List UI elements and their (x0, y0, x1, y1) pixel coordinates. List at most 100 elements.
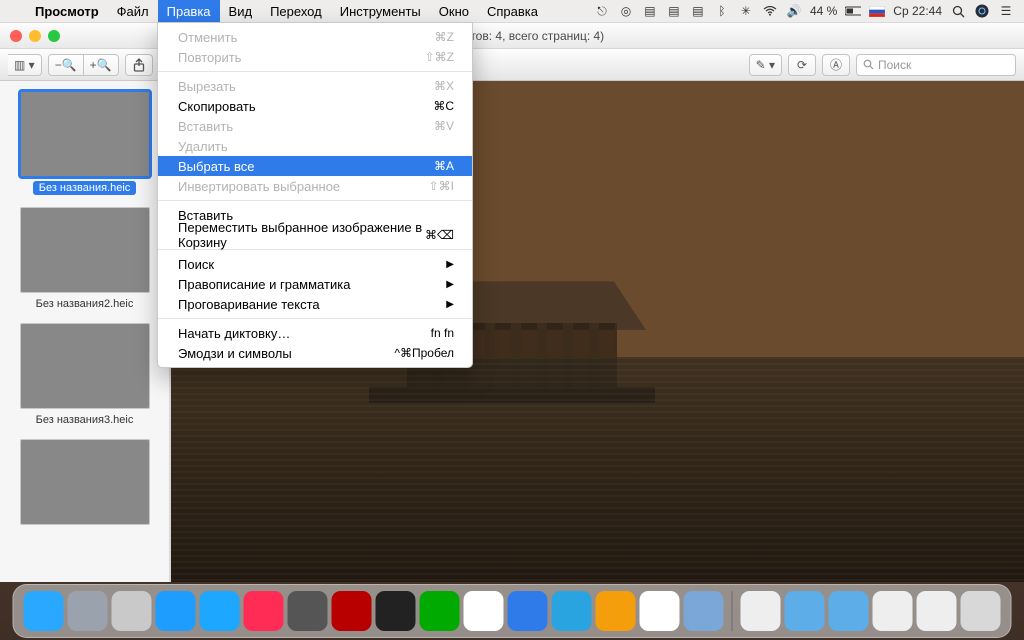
share-button[interactable] (125, 54, 153, 76)
menu-item[interactable]: Скопировать⌘C (158, 96, 472, 116)
menu-item-shortcut: ⇧⌘I (429, 179, 454, 193)
menu-item-label: Проговаривание текста (178, 297, 320, 312)
battery-pct[interactable]: 44 % (810, 4, 837, 18)
dock-app-music[interactable] (640, 591, 680, 631)
menu-item-label: Начать диктовку… (178, 326, 290, 341)
menu-tools[interactable]: Инструменты (331, 0, 430, 22)
markup-button[interactable]: ✎ ▾ (749, 54, 782, 76)
dock-app-chrome[interactable] (464, 591, 504, 631)
dock-app-parallels[interactable] (508, 591, 548, 631)
menu-item-label: Переместить выбранное изображение в Корз… (178, 220, 425, 250)
menu-item-label: Вырезать (178, 79, 236, 94)
flag-ru-icon[interactable] (869, 3, 885, 19)
menu-item[interactable]: Переместить выбранное изображение в Корз… (158, 225, 472, 245)
dock-app-preview[interactable] (684, 591, 724, 631)
menu-item: Инвертировать выбранное⇧⌘I (158, 176, 472, 196)
thumbnail-item[interactable]: Без названия2.heic (0, 207, 169, 311)
titlebar[interactable]: (документов: 4, всего страниц: 4) (0, 23, 1024, 49)
menu-item: Отменить⌘Z (158, 27, 472, 47)
menu-item[interactable]: Поиск ▶ (158, 254, 472, 274)
dock-app-folder2[interactable] (829, 591, 869, 631)
window-minimize-button[interactable] (29, 30, 41, 42)
app-name[interactable]: Просмотр (26, 0, 108, 22)
preview-window: (документов: 4, всего страниц: 4) ▥ ▾ −🔍… (0, 22, 1024, 582)
zoom-in-button[interactable]: +🔍 (84, 54, 119, 76)
status-icon[interactable]: ▤ (666, 3, 682, 19)
spotlight-icon[interactable] (950, 3, 966, 19)
submenu-arrow-icon: ▶ (446, 259, 454, 270)
thumbnail-item[interactable] (0, 439, 169, 531)
dock-app-trash[interactable] (961, 591, 1001, 631)
menu-item-label: Удалить (178, 139, 228, 154)
status-icon[interactable]: ▤ (642, 3, 658, 19)
sidebar-toggle-button[interactable]: ▥ ▾ (8, 54, 42, 76)
menu-item[interactable]: Эмодзи и символы ^⌘Пробел (158, 343, 472, 363)
thumbnail-sidebar[interactable]: Без названия.heic Без названия2.heic Без… (0, 81, 170, 582)
menu-item[interactable]: Выбрать все⌘A (158, 156, 472, 176)
window-zoom-button[interactable] (48, 30, 60, 42)
menu-item-label: Поиск (178, 257, 214, 272)
dock-app-appstore[interactable] (200, 591, 240, 631)
thumbnail-image (20, 439, 150, 525)
dock-app-launchpad[interactable] (68, 591, 108, 631)
menu-file[interactable]: Файл (108, 0, 158, 22)
thumbnail-item[interactable]: Без названия.heic (0, 91, 169, 195)
dock-app-filezilla[interactable] (332, 591, 372, 631)
dock-app-display[interactable] (376, 591, 416, 631)
menu-item-label: Правописание и грамматика (178, 277, 350, 292)
dock-app-istat[interactable] (420, 591, 460, 631)
dock-app-safari[interactable] (156, 591, 196, 631)
wifi-icon[interactable] (762, 3, 778, 19)
thumbnail-label (79, 529, 91, 531)
siri-icon[interactable] (974, 3, 990, 19)
clock[interactable]: Ср 22:44 (893, 4, 942, 18)
thumbnail-item[interactable]: Без названия3.heic (0, 323, 169, 427)
edit-menu-dropdown: Отменить⌘ZПовторить⇧⌘ZВырезать⌘XСкопиров… (157, 22, 473, 368)
dock-app-itunes[interactable] (244, 591, 284, 631)
window-close-button[interactable] (10, 30, 22, 42)
menu-help[interactable]: Справка (478, 0, 547, 22)
battery-icon[interactable] (845, 3, 861, 19)
markup-toolbar-button[interactable]: Ⓐ (822, 54, 850, 76)
menu-item[interactable]: Проговаривание текста ▶ (158, 294, 472, 314)
status-icon[interactable]: ⎋ (594, 3, 610, 19)
menu-go[interactable]: Переход (261, 0, 331, 22)
menu-item-shortcut: ^⌘Пробел (394, 346, 454, 360)
search-field[interactable]: Поиск (856, 54, 1016, 76)
dock-app-stack[interactable] (917, 591, 957, 631)
menu-item: Вставить⌘V (158, 116, 472, 136)
menu-item[interactable]: Правописание и грамматика ▶ (158, 274, 472, 294)
submenu-arrow-icon: ▶ (446, 299, 454, 310)
menu-item-label: Скопировать (178, 99, 256, 114)
volume-icon[interactable]: 🔊 (786, 3, 802, 19)
menu-item: Удалить (158, 136, 472, 156)
menu-edit[interactable]: Правка (158, 0, 220, 22)
thumbnail-image (20, 91, 150, 177)
dock-app-folder1[interactable] (785, 591, 825, 631)
menu-item-shortcut: ⌘A (434, 159, 454, 173)
dock-app-telegram[interactable] (552, 591, 592, 631)
status-icon[interactable]: ▤ (690, 3, 706, 19)
dock-app-hammer[interactable] (112, 591, 152, 631)
menu-item-label: Эмодзи и символы (178, 346, 292, 361)
bluetooth-icon[interactable]: ᛒ (714, 3, 730, 19)
dock-app-finder[interactable] (24, 591, 64, 631)
dock-app-utorrent[interactable] (741, 591, 781, 631)
dock-app-sublime[interactable] (596, 591, 636, 631)
submenu-arrow-icon: ▶ (446, 279, 454, 290)
thumbnail-label: Без названия2.heic (30, 297, 140, 311)
zoom-out-button[interactable]: −🔍 (48, 54, 84, 76)
menu-item-label: Отменить (178, 30, 237, 45)
notification-center-icon[interactable]: ☰ (998, 3, 1014, 19)
menu-item[interactable]: Начать диктовку…fn fn (158, 323, 472, 343)
thumbnail-image (20, 323, 150, 409)
menu-view[interactable]: Вид (220, 0, 262, 22)
menu-window[interactable]: Окно (430, 0, 478, 22)
rotate-button[interactable]: ⟳ (788, 54, 816, 76)
dock-app-settings[interactable] (288, 591, 328, 631)
status-icon[interactable]: ◎ (618, 3, 634, 19)
dock (13, 584, 1012, 638)
status-icon[interactable]: ✳︎ (738, 3, 754, 19)
menu-item-label: Повторить (178, 50, 241, 65)
dock-app-downloads[interactable] (873, 591, 913, 631)
